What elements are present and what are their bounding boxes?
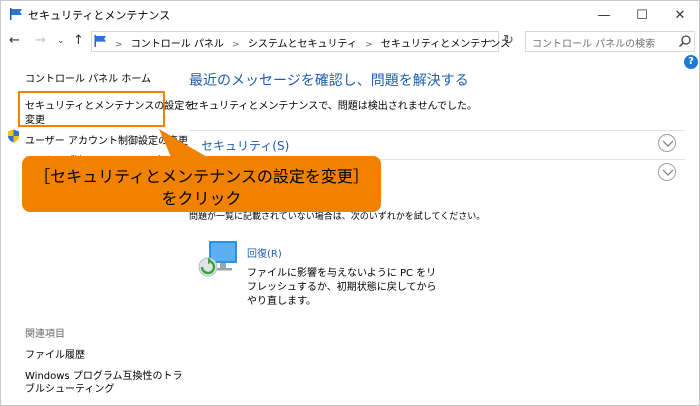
search-input[interactable]: コントロール パネルの検索 bbox=[525, 31, 695, 52]
breadcrumb-system-security[interactable]: システムとセキュリティ bbox=[248, 39, 357, 50]
up-arrow-icon[interactable]: ↑ bbox=[73, 33, 84, 48]
forward-arrow-icon[interactable]: → bbox=[35, 33, 46, 48]
recent-locations-chevron-icon[interactable]: ⌄ bbox=[57, 36, 65, 46]
search-icon[interactable] bbox=[678, 34, 692, 48]
refresh-icon[interactable]: ↻ bbox=[503, 33, 519, 49]
minimize-button[interactable]: — bbox=[587, 1, 621, 29]
address-dropdown-chevron-icon[interactable]: ⌄ bbox=[487, 35, 495, 45]
compat-troubleshooting-link-line2[interactable]: ブルシューティング bbox=[25, 380, 114, 395]
change-settings-link-line1[interactable]: セキュリティとメンテナンスの設定を bbox=[25, 97, 194, 112]
security-section-label[interactable]: セキュリティ(S) bbox=[201, 137, 289, 154]
instruction-callout: ［セキュリティとメンテナンスの設定を変更］ をクリック bbox=[22, 156, 381, 212]
expand-security-chevron-icon[interactable] bbox=[658, 134, 676, 152]
expand-maintenance-chevron-icon[interactable] bbox=[658, 163, 676, 181]
breadcrumb-control-panel[interactable]: コントロール パネル bbox=[131, 39, 224, 50]
window-title: セキュリティとメンテナンス bbox=[28, 9, 171, 22]
navigation-bar: ← → ⌄ ↑ > コントロール パネル > システムとセキュリティ > セキュ… bbox=[1, 29, 699, 55]
title-bar: セキュリティとメンテナンス — ☐ ✕ bbox=[1, 1, 699, 29]
control-panel-home-link[interactable]: コントロール パネル ホーム bbox=[25, 70, 151, 85]
security-maintenance-flag-icon bbox=[10, 8, 22, 20]
control-panel-flag-icon bbox=[94, 35, 106, 47]
recovery-monitor-icon bbox=[198, 241, 237, 277]
page-title: 最近のメッセージを確認し、問題を解決する bbox=[189, 73, 469, 89]
help-icon[interactable]: ? bbox=[684, 55, 698, 69]
control-panel-window: セキュリティとメンテナンス — ☐ ✕ ← → ⌄ ↑ > コントロール パネル… bbox=[0, 0, 700, 406]
search-placeholder: コントロール パネルの検索 bbox=[532, 39, 656, 50]
breadcrumb-separator: > bbox=[115, 40, 123, 50]
change-settings-link-line2[interactable]: 変更 bbox=[25, 111, 45, 126]
back-arrow-icon[interactable]: ← bbox=[9, 33, 20, 48]
related-items-heading: 関連項目 bbox=[25, 329, 65, 340]
recovery-description-line2: フレッシュするか、初期状態に戻してから bbox=[247, 282, 437, 293]
breadcrumb: > コントロール パネル > システムとセキュリティ > セキュリティとメンテナ… bbox=[110, 35, 510, 50]
security-section-header[interactable]: セキュリティ(S) bbox=[189, 130, 685, 156]
breadcrumb-separator[interactable]: > bbox=[232, 40, 240, 50]
address-bar[interactable]: > コントロール パネル > システムとセキュリティ > セキュリティとメンテナ… bbox=[91, 31, 510, 52]
maximize-button[interactable]: ☐ bbox=[625, 1, 659, 29]
status-message: セキュリティとメンテナンスで、問題は検出されませんでした。 bbox=[189, 101, 477, 112]
callout-text-line2: をクリック bbox=[161, 189, 242, 208]
file-history-link[interactable]: ファイル履歴 bbox=[25, 346, 85, 361]
uac-shield-icon bbox=[8, 129, 19, 143]
close-button[interactable]: ✕ bbox=[663, 1, 697, 29]
recovery-description-line1: ファイルに影響を与えないように PC をリ bbox=[247, 268, 437, 279]
callout-text-line1: ［セキュリティとメンテナンスの設定を変更］ bbox=[34, 167, 369, 186]
recovery-link[interactable]: 回復(R) bbox=[247, 245, 282, 260]
breadcrumb-separator[interactable]: > bbox=[365, 40, 373, 50]
callout-pointer bbox=[159, 129, 207, 157]
recovery-description-line3: やり直します。 bbox=[247, 296, 316, 307]
